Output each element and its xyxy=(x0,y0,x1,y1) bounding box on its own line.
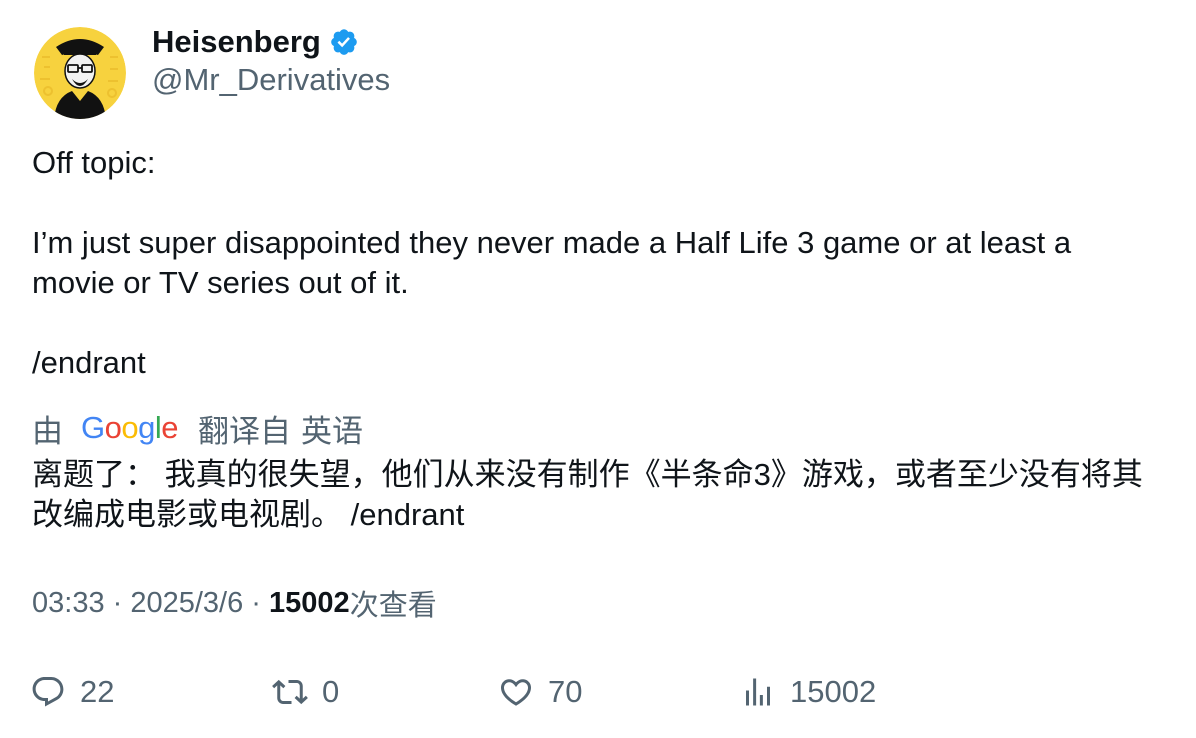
reply-count: 22 xyxy=(80,674,115,709)
author-handle[interactable]: @Mr_Derivatives xyxy=(152,62,390,98)
tweet-line: I’m just super disappointed they never m… xyxy=(32,225,1072,300)
avatar-heisenberg-icon xyxy=(34,27,126,119)
google-logo[interactable]: Google xyxy=(81,410,179,446)
retweet-icon xyxy=(272,679,308,705)
retweet-button[interactable]: 0 xyxy=(272,668,339,716)
tweet-time[interactable]: 03:33 xyxy=(32,587,105,620)
views-action-count: 15002 xyxy=(790,674,877,709)
tweet-meta: 03:33 · 2025/3/6 · 15002 次查看 xyxy=(32,583,437,623)
tweet-line: /endrant xyxy=(32,345,146,380)
translation-language[interactable]: 英语 xyxy=(301,406,363,451)
author-avatar[interactable] xyxy=(34,27,126,119)
translation-attribution: 由 Google 翻译自 英语 xyxy=(32,406,363,451)
tweet-line: Off topic: xyxy=(32,145,156,180)
views-suffix: 次查看 xyxy=(349,590,437,622)
tweet-date[interactable]: 2025/3/6 xyxy=(130,587,243,620)
views-button[interactable]: 15002 xyxy=(740,668,876,716)
views-chart-icon xyxy=(746,678,770,706)
like-button[interactable]: 70 xyxy=(498,668,582,716)
author-name-row[interactable]: Heisenberg xyxy=(152,22,359,62)
translated-text: 离题了： 我真的很失望，他们从来没有制作《半条命3》游戏，或者至少没有将其改编成… xyxy=(32,457,1143,532)
author-display-name[interactable]: Heisenberg xyxy=(152,24,321,60)
translation-from-label: 翻译自 xyxy=(198,413,292,449)
translation-by-prefix: 由 xyxy=(32,413,63,449)
views-count: 15002 xyxy=(269,586,350,619)
like-count: 70 xyxy=(548,674,583,709)
heart-icon xyxy=(500,679,532,706)
reply-button[interactable]: 22 xyxy=(30,668,114,716)
meta-separator: · xyxy=(104,586,131,619)
retweet-count: 0 xyxy=(322,674,340,709)
meta-separator: · xyxy=(243,586,270,619)
action-bar: 22 0 70 15002 xyxy=(30,668,1170,716)
tweet-text: Off topic: I’m just super disappointed t… xyxy=(32,143,1162,383)
verified-badge-icon xyxy=(329,27,359,57)
reply-icon xyxy=(32,677,64,707)
